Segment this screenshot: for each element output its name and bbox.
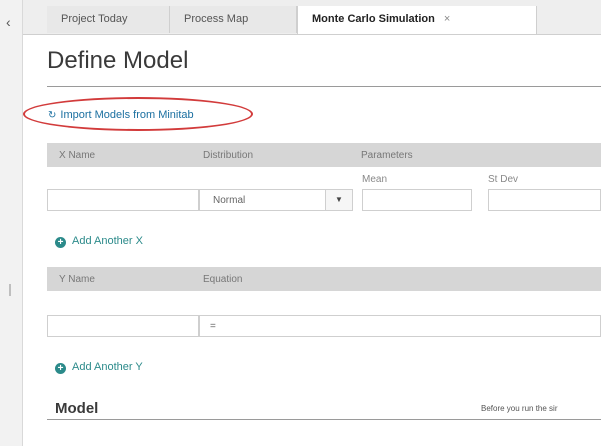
tab-label: Project Today xyxy=(61,13,128,25)
x-name-header: X Name xyxy=(59,150,96,161)
add-x-label: Add Another X xyxy=(72,235,143,247)
model-divider xyxy=(47,419,601,420)
tab-label: Process Map xyxy=(184,13,249,25)
left-rail: ‹ xyxy=(0,0,23,446)
equation-header: Equation xyxy=(203,274,243,285)
x-table-header: X Name Distribution Parameters xyxy=(47,143,601,167)
y-name-header: Y Name xyxy=(59,274,95,285)
tab-bar: Project Today Process Map Monte Carlo Si… xyxy=(23,0,601,35)
add-y-label: Add Another Y xyxy=(72,361,143,373)
distribution-select[interactable]: Normal ▼ xyxy=(199,189,353,211)
page-title: Define Model xyxy=(47,47,189,74)
dropdown-arrow-icon[interactable]: ▼ xyxy=(325,190,352,210)
title-divider xyxy=(47,86,601,87)
parameters-header: Parameters xyxy=(361,150,413,161)
tab-process-map[interactable]: Process Map xyxy=(170,6,297,33)
model-section-title: Model xyxy=(55,400,99,417)
main-content: Define Model ↻ Import Models from Minitab… xyxy=(23,35,601,446)
model-note: Before you run the sir xyxy=(481,404,558,413)
mean-label: Mean xyxy=(362,174,388,185)
y-name-input[interactable] xyxy=(47,315,199,337)
import-label: Import Models from Minitab xyxy=(60,109,194,121)
y-table-header: Y Name Equation xyxy=(47,267,601,291)
splitter-handle[interactable] xyxy=(9,284,11,296)
equation-input[interactable]: = xyxy=(199,315,601,337)
tab-project-today[interactable]: Project Today xyxy=(47,6,170,33)
mean-input[interactable] xyxy=(362,189,472,211)
equation-value: = xyxy=(210,321,216,332)
plus-circle-icon: + xyxy=(55,363,66,374)
chevron-left-icon[interactable]: ‹ xyxy=(6,14,11,30)
add-another-y-button[interactable]: + Add Another Y xyxy=(55,361,143,374)
plus-circle-icon: + xyxy=(55,237,66,248)
tab-monte-carlo-simulation[interactable]: Monte Carlo Simulation × xyxy=(297,6,537,34)
stdev-label: St Dev xyxy=(488,174,519,185)
tab-label: Monte Carlo Simulation xyxy=(312,13,435,25)
add-another-x-button[interactable]: + Add Another X xyxy=(55,235,143,248)
import-models-link[interactable]: ↻ Import Models from Minitab xyxy=(48,109,194,121)
distribution-header: Distribution xyxy=(203,150,254,161)
close-icon[interactable]: × xyxy=(444,13,450,25)
x-name-input[interactable] xyxy=(47,189,199,211)
distribution-value: Normal xyxy=(213,195,246,206)
stdev-input[interactable] xyxy=(488,189,601,211)
refresh-icon: ↻ xyxy=(48,110,57,121)
